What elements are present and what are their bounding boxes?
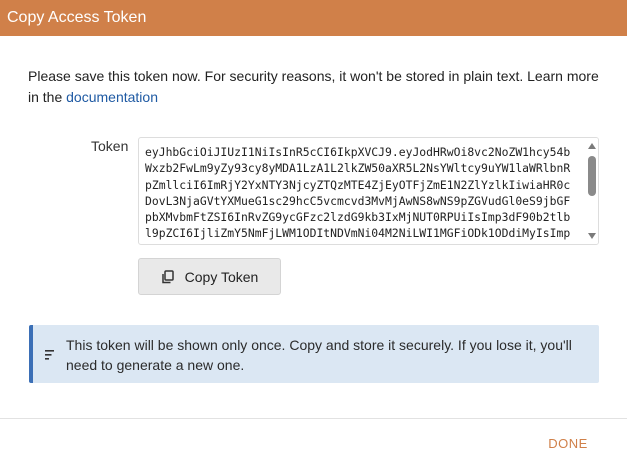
token-field[interactable]: eyJhbGciOiJIUzI1NiIsInR5cCI6IkpXVCJ9.eyJ… [138,137,599,245]
copy-token-button[interactable]: Copy Token [138,258,281,295]
footer-divider [0,418,627,419]
copy-token-label: Copy Token [184,268,259,285]
token-scrollbar[interactable] [585,138,598,244]
token-value[interactable]: eyJhbGciOiJIUzI1NiIsInR5cCI6IkpXVCJ9.eyJ… [145,144,577,244]
copy-token-dialog: Copy Access Token Please save this token… [0,0,627,467]
documentation-link[interactable]: documentation [66,89,158,105]
dialog-title: Copy Access Token [0,0,627,36]
arrow-up-icon[interactable] [588,143,596,149]
notice-banner: This token will be shown only once. Copy… [29,325,599,383]
copy-icon [161,269,175,284]
token-label: Token [91,138,129,154]
intro-text: Please save this token now. For security… [28,66,613,108]
done-button[interactable]: DONE [540,431,596,457]
notice-text: This token will be shown only once. Copy… [66,337,572,373]
arrow-down-icon[interactable] [588,233,596,239]
scroll-thumb[interactable] [588,156,596,196]
sort-lines-icon [45,348,57,360]
